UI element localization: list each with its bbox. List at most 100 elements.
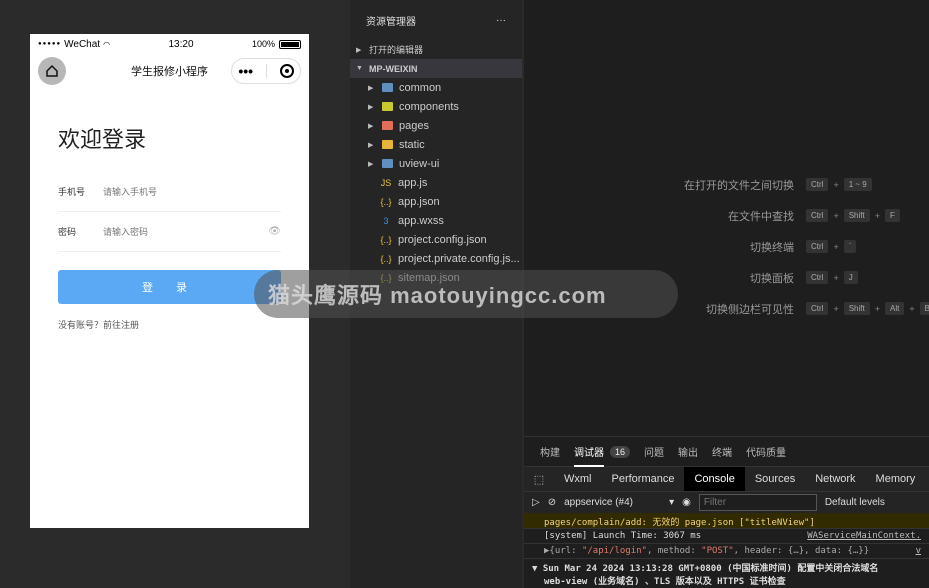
explorer-more-button[interactable]: ···: [496, 15, 506, 26]
file-item[interactable]: {..} project.private.config.js...: [350, 249, 522, 268]
key-cap: F: [885, 209, 900, 222]
file-item[interactable]: 3 app.wxss: [350, 211, 522, 230]
tab-console[interactable]: Console: [684, 467, 745, 491]
chevron-down-icon: ▾: [669, 497, 675, 508]
folder-icon: [382, 121, 393, 130]
inspect-icon[interactable]: ⬚: [524, 467, 554, 491]
close-mini-program-button[interactable]: [279, 64, 294, 78]
folder-item[interactable]: ▶ static: [350, 135, 522, 154]
file-icon: {..}: [380, 234, 392, 245]
levels-select[interactable]: Default levels: [825, 497, 885, 508]
request-mid: , method:: [646, 546, 702, 556]
open-editors-label: 打开的编辑器: [369, 45, 424, 55]
console-log-request[interactable]: ▶{url: "/api/login", method: "POST", hea…: [524, 544, 929, 559]
plus-separator: +: [833, 210, 839, 221]
tab-build[interactable]: 构建: [540, 444, 560, 459]
tab-terminal[interactable]: 终端: [712, 444, 732, 459]
key-cap: `: [843, 240, 857, 253]
chevron-right-icon: ▶: [368, 103, 374, 111]
folder-item[interactable]: ▶ common: [350, 78, 522, 97]
tree-item-label: components: [399, 100, 459, 113]
file-icon: 3: [383, 215, 389, 226]
key-cap: Ctrl: [806, 178, 829, 191]
tab-performance[interactable]: Performance: [602, 467, 685, 491]
launch-text: [system] Launch Time: 3067 ms: [544, 531, 702, 541]
project-root[interactable]: ▼ MP-WEIXIN: [350, 59, 522, 78]
tab-sources[interactable]: Sources: [745, 467, 805, 491]
devtools-tabs: ⬚ Wxml Performance Console Sources Netwo…: [524, 467, 929, 491]
sidebar-toggle-icon[interactable]: ▷: [532, 497, 540, 508]
phone-row: 手机号: [58, 172, 281, 212]
key-cap: B: [919, 302, 929, 315]
tree-item-label: app.js: [398, 176, 428, 189]
debugger-count-badge: 16: [610, 445, 631, 458]
tab-code-quality[interactable]: 代码质量: [746, 444, 786, 459]
filter-input[interactable]: [698, 494, 817, 511]
battery-percent: 100%: [251, 39, 275, 49]
shortcut-row: 在打开的文件之间切换 Ctrl +1 ~ 9: [684, 178, 872, 192]
request-suffix: , header: {…}, data: {…}}: [733, 546, 870, 556]
plus-separator: +: [874, 303, 880, 314]
console-log-launch: [system] Launch Time: 3067 ms WAServiceM…: [524, 529, 929, 544]
chevron-right-icon: ▶: [368, 141, 374, 149]
console-warning: pages/complain/add: 无效的 page.json ["titl…: [524, 513, 929, 529]
console-toolbar: ▷ ⊘ appservice (#4) ▾ ◉ Default levels: [524, 491, 929, 513]
folder-icon: [382, 140, 393, 149]
tree-item-label: app.wxss: [398, 214, 444, 227]
launch-source-link[interactable]: WAServiceMainContext.: [807, 531, 921, 541]
plus-separator: +: [833, 241, 839, 252]
tab-network[interactable]: Network: [805, 467, 865, 491]
chevron-right-icon: ▶: [368, 122, 374, 130]
chevron-right-icon: ▶: [356, 46, 362, 54]
tab-output[interactable]: 输出: [678, 444, 698, 459]
plus-separator: +: [833, 303, 839, 314]
tree-item-label: uview-ui: [399, 157, 440, 170]
login-button[interactable]: 登 录: [58, 270, 281, 304]
phone-input[interactable]: [103, 186, 281, 197]
folder-item[interactable]: ▶ pages: [350, 116, 522, 135]
plus-separator: +: [833, 179, 839, 190]
date-line: ▼ Sun Mar 24 2024 13:13:28 GMT+0800 (中国标…: [532, 564, 879, 574]
tab-debugger[interactable]: 调试器: [574, 444, 604, 467]
password-input[interactable]: [103, 226, 269, 237]
tab-wxml[interactable]: Wxml: [554, 467, 602, 491]
file-item[interactable]: {..} app.json: [350, 192, 522, 211]
home-icon: [46, 64, 58, 77]
file-item[interactable]: {..} project.config.json: [350, 230, 522, 249]
open-editors-section[interactable]: ▶ 打开的编辑器: [350, 40, 522, 59]
chevron-right-icon: ▶: [368, 84, 374, 92]
key-cap: Alt: [885, 302, 905, 315]
carrier-label: WeChat: [64, 38, 101, 50]
more-button[interactable]: •••: [238, 63, 253, 79]
folder-icon: [382, 83, 393, 92]
key-cap: Shift: [843, 302, 870, 315]
password-row: 密码 👁: [58, 212, 281, 252]
key-cap: Ctrl: [806, 302, 829, 315]
phone-label: 手机号: [58, 187, 86, 197]
eye-icon[interactable]: 👁: [268, 226, 281, 237]
shortcut-row: 切换终端 Ctrl + `: [750, 240, 857, 254]
shortcut-desc: 在打开的文件之间切换: [684, 179, 794, 192]
tree-item-label: pages: [399, 119, 429, 132]
context-select[interactable]: appservice (#4) ▾: [564, 497, 674, 508]
key-cap: Ctrl: [806, 209, 829, 222]
request-prefix: ▶{url:: [544, 546, 582, 556]
plus-separator: +: [833, 272, 839, 283]
login-title: 欢迎登录: [58, 127, 147, 152]
register-link[interactable]: 没有账号？前往注册: [58, 318, 309, 331]
chevron-right-icon: ▶: [368, 160, 374, 168]
folder-item[interactable]: ▶ components: [350, 97, 522, 116]
clear-console-icon[interactable]: ⊘: [548, 497, 556, 508]
home-button[interactable]: [38, 57, 66, 85]
file-icon: {..}: [380, 253, 392, 264]
request-source-link[interactable]: v: [916, 546, 921, 556]
folder-item[interactable]: ▶ uview-ui: [350, 154, 522, 173]
bottom-panel: 构建 调试器 16 问题 输出 终端 代码质量 ⬚ Wxml Performan…: [524, 436, 929, 588]
project-root-label: MP-WEIXIN: [369, 63, 418, 74]
tab-memory[interactable]: Memory: [866, 467, 926, 491]
file-item[interactable]: JS app.js: [350, 173, 522, 192]
eye-icon[interactable]: ◉: [682, 497, 691, 508]
key-cap: Ctrl: [806, 240, 829, 253]
tree-item-label: common: [399, 81, 442, 94]
tab-problems[interactable]: 问题: [644, 444, 664, 459]
